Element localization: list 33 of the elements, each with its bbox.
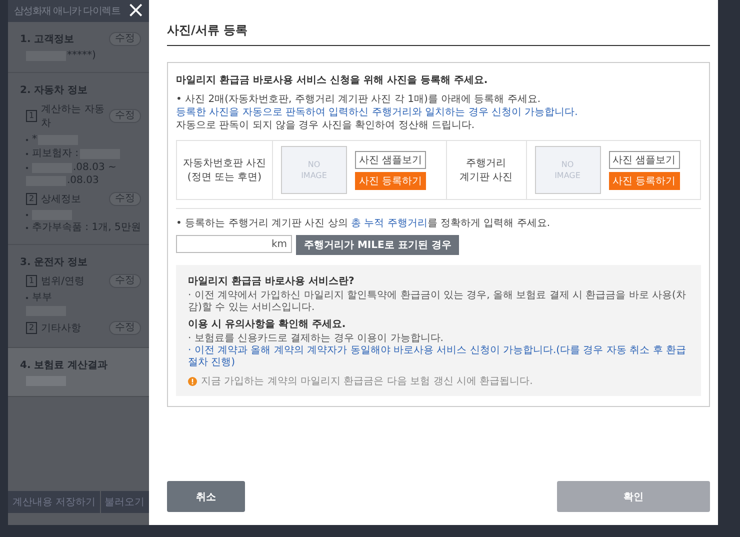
mileage-field[interactable]: km <box>176 235 292 253</box>
instruction-text: 등록한 사진을 자동으로 판독하여 입력하신 주행거리와 일치하는 경우 신청이 가능합니다. <box>176 106 579 119</box>
page-button[interactable]: 불러오기 <box>100 491 149 513</box>
photo-label: (정면 또는 후면) <box>187 171 262 184</box>
photo-upload-field[interactable]: NO IMAGE <box>281 146 347 194</box>
instruction-heading: 마일리지 환급금 바로사용 서비스 신청을 위해 사진을 등록해 주세요. <box>176 74 489 87</box>
photo-label: 주행거리 <box>466 157 506 170</box>
sample-button[interactable]: 사진 샘플보기 <box>355 150 426 168</box>
instruction-text: 자동으로 판독이 되지 않을 경우 사진을 확인하여 정산해 드립니다. <box>176 119 476 132</box>
summary-text: * <box>32 134 37 146</box>
upload-button[interactable]: 사진 등록하기 <box>355 172 426 190</box>
sample-button[interactable]: 사진 샘플보기 <box>608 150 680 168</box>
modal-title: 사진/서류 등록 <box>167 0 710 46</box>
instruction-text: • 사진 2매(자동차번호판, 주행거리 계기판 사진 각 1매)를 아래에 등록해 주세요. <box>176 93 542 106</box>
photo-upload-field[interactable]: NO IMAGE <box>534 146 600 194</box>
summary-text: *****) <box>67 50 96 62</box>
info-note: 지금 가입하는 계약의 마일리지 환급금은 다음 보험 갱신 시에 환급됩니다. <box>201 375 533 388</box>
page-title: 삼성화재 애니카 다이렉트 <box>14 5 120 18</box>
mile-button[interactable]: 주행거리가 MILE로 표기된 경우 <box>296 235 460 255</box>
close-button[interactable]: × <box>124 0 147 22</box>
info-heading: 마일리지 환급금 바로사용 서비스란? <box>188 275 356 288</box>
section-heading: 4. 보험료 계산결과 <box>20 359 109 372</box>
info-text: · 이전 계약에서 가입하신 마일리지 할인특약에 환급금이 있는 경우, 올해 보험료 결제 시 환급금을 바로 사용(차감)할 수 있는 서비스입니다. <box>188 290 687 314</box>
photo-label: 계기판 사진 <box>459 171 513 184</box>
warning-icon <box>188 376 197 386</box>
mileage-instruction: • 등록하는 주행거리 계기판 사진 상의 총 누적 주행거리를 정확하게 입력해 주세요. <box>176 217 552 230</box>
cancel-button[interactable]: 취소 <box>167 481 245 512</box>
photo-label: 자동차번호판 사진 <box>182 157 266 170</box>
info-text: · 보험료를 신용카드로 결제하는 경우 이용이 가능합니다. <box>188 333 444 345</box>
info-text: · 이전 계약과 올해 계약의 계약자가 동일해야 바로사용 서비스 신청이 가능합니다.(다를 경우 자동 취소 후 환급절차 진행) <box>188 345 687 369</box>
page-button[interactable]: 계산내용 저장하기 <box>8 491 100 513</box>
info-heading: 이용 시 유의사항을 확인해 주세요. <box>188 318 347 331</box>
upload-button[interactable]: 사진 등록하기 <box>608 172 680 190</box>
